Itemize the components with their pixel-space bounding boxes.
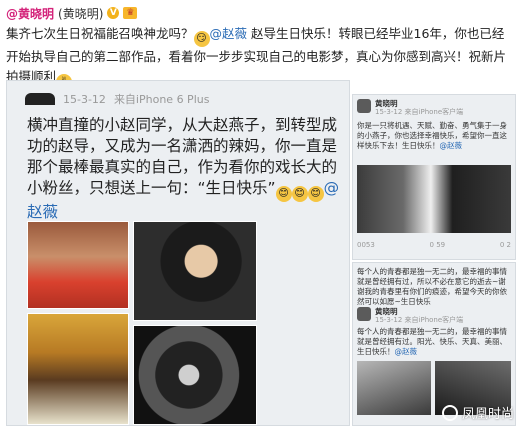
card-text-top: 每个人的青春都是独一无二的，最幸福的事情就是曾经拥有过，所以不必在意它的逝去~谢… (357, 267, 507, 306)
mention-link[interactable]: @赵薇 (210, 26, 248, 41)
card-time: 15-3-12 来自iPhone客户端 (375, 108, 464, 116)
card-header: 黄晓明 15-3-12 来自iPhone客户端 (357, 307, 463, 325)
card-text: 你是一只将机遇、天赋、勤奋、勇气集于一身的小燕子，你也选择幸福快乐，希望你一直这… (357, 121, 511, 151)
photo-couple-left[interactable] (357, 361, 431, 415)
photo-costume-portrait[interactable] (133, 221, 257, 321)
embedded-screenshot-large: 15-3-12 来自iPhone 6 Plus 横冲直撞的小赵同学，从大赵燕子，… (6, 80, 350, 426)
card-author: 黄晓明 (375, 307, 398, 316)
smile-emoji-icon: 😊 (307, 186, 324, 202)
mention-link[interactable]: @赵薇 (440, 141, 463, 150)
smile-emoji-icon: 😊 (275, 186, 292, 202)
embedded-screenshot-top-right: 黄晓明 15-3-12 来自iPhone客户端 你是一只将机遇、天赋、勤奋、勇气… (352, 94, 516, 260)
post-text-part1: 集齐七次生日祝福能召唤神龙吗？ (6, 26, 194, 41)
avatar (357, 99, 371, 113)
watermark: 凤凰时尚 (441, 403, 514, 422)
photo-clapperboard[interactable] (27, 313, 129, 425)
phoenix-logo-icon (441, 404, 458, 421)
card-message: 横冲直撞的小赵同学，从大赵燕子，到转型成功的赵导，又成为一名潇洒的辣妈，你一直是… (27, 116, 338, 197)
avatar (25, 93, 55, 105)
avatar (357, 307, 371, 321)
photo-bw-portrait[interactable] (133, 325, 257, 425)
watermark-text: 凤凰时尚 (461, 407, 514, 422)
card-time: 15-3-12 来自iPhone客户端 (375, 316, 464, 324)
repost-count: 0053 (357, 241, 375, 249)
card-time: 15-3-12 (63, 92, 106, 106)
card-text: 横冲直撞的小赵同学，从大赵燕子，到转型成功的赵导，又成为一名潇洒的辣妈，你一直是… (27, 115, 345, 223)
verified-icon: V (107, 7, 120, 19)
card-text: 每个人的青春都是独一无二的，最幸福的事情就是曾经拥有过。阳光、快乐、天真、美丽、… (357, 327, 511, 357)
like-count: 0 2 (499, 241, 511, 249)
smile-emoji-icon: 😊 (291, 186, 308, 202)
mention-link[interactable]: @赵薇 (395, 347, 418, 356)
card-source: 来自iPhone 6 Plus (113, 93, 210, 106)
author-remark: (黄晓明) (58, 6, 104, 21)
comment-count: 0 59 (429, 241, 446, 249)
card-message: 每个人的青春都是独一无二的，最幸福的事情就是曾经拥有过。阳光、快乐、天真、美丽、… (357, 327, 507, 356)
photo-couple[interactable] (357, 165, 511, 233)
card-header: 黄晓明 15-3-12 来自iPhone客户端 (357, 99, 463, 117)
emoji-icon: 😏 (193, 31, 210, 47)
photo-red-shirt[interactable] (27, 221, 129, 309)
vip-crown-icon: ♛ (123, 7, 138, 19)
card-message: 你是一只将机遇、天赋、勤奋、勇气集于一身的小燕子，你也选择幸福快乐，希望你一直这… (357, 121, 507, 150)
card-stats: 0053 0 59 0 2 (357, 241, 511, 249)
card-author: 黄晓明 (375, 99, 398, 108)
embedded-screenshot-bottom-right: 每个人的青春都是独一无二的，最幸福的事情就是曾经拥有过，所以不必在意它的逝去~谢… (352, 262, 516, 426)
card-header: 15-3-12 来自iPhone 6 Plus (25, 91, 209, 107)
author-name[interactable]: @黄晓明 (6, 5, 54, 22)
post-header: @黄晓明 (黄晓明) V ♛ (6, 4, 138, 22)
